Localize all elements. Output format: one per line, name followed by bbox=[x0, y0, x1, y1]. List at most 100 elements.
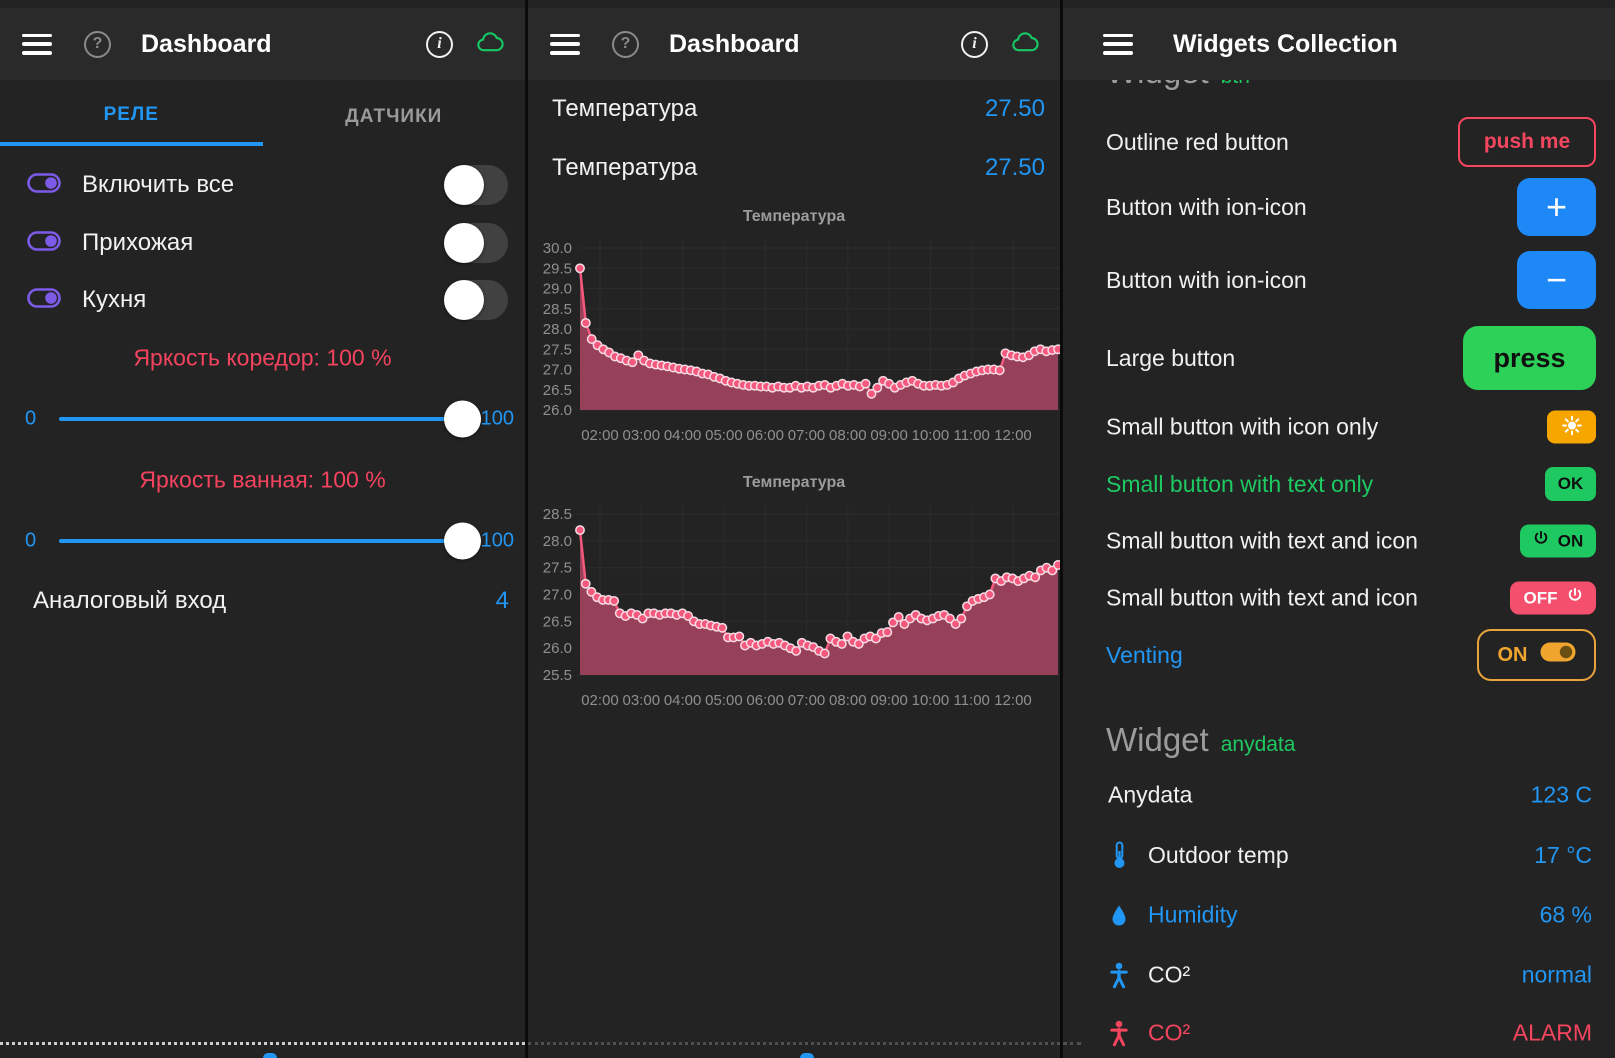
switch-row: Прихожая bbox=[27, 223, 508, 263]
widget-row: Outline red button push me bbox=[1106, 117, 1596, 167]
menu-icon[interactable] bbox=[1103, 34, 1133, 55]
button-label: ON bbox=[1558, 531, 1584, 551]
switch-row: Кухня bbox=[27, 280, 508, 320]
svg-text:09:00: 09:00 bbox=[870, 427, 908, 444]
svg-text:12:00: 12:00 bbox=[994, 427, 1032, 444]
on-button[interactable]: ON bbox=[1520, 525, 1596, 558]
svg-text:12:00: 12:00 bbox=[994, 692, 1032, 709]
data-row: CO² normal bbox=[1108, 962, 1592, 989]
slider-knob[interactable] bbox=[444, 523, 481, 560]
switch-hallway[interactable] bbox=[444, 223, 508, 263]
temperature-row: Температура 27.50 bbox=[552, 154, 1045, 182]
tab-relays[interactable]: РЕЛЕ bbox=[0, 88, 263, 146]
svg-text:05:00: 05:00 bbox=[705, 427, 743, 444]
switch-kitchen[interactable] bbox=[444, 280, 508, 320]
switch-label: Кухня bbox=[82, 286, 146, 314]
press-button[interactable]: press bbox=[1463, 326, 1596, 390]
slider-min-label: 0 bbox=[25, 530, 36, 553]
svg-text:27.5: 27.5 bbox=[543, 560, 572, 577]
ok-button[interactable]: OK bbox=[1545, 467, 1596, 501]
minus-icon: − bbox=[1546, 262, 1567, 298]
brightness-corridor-slider: 0 100 bbox=[0, 399, 525, 439]
slider-title: Яркость ванная: 100 % bbox=[0, 467, 525, 494]
divider-dotted bbox=[528, 1042, 1060, 1045]
svg-text:26.5: 26.5 bbox=[543, 382, 572, 399]
divider-dotted bbox=[1063, 1042, 1081, 1045]
svg-text:27.0: 27.0 bbox=[543, 587, 572, 604]
widget-row: Button with ion-icon − bbox=[1106, 251, 1596, 309]
venting-toggle-button[interactable]: ON bbox=[1477, 629, 1596, 681]
divider-dotted bbox=[0, 1042, 525, 1045]
minus-button[interactable]: − bbox=[1517, 251, 1596, 309]
switch-label: Прихожая bbox=[82, 229, 193, 257]
toggle-on-icon bbox=[1540, 642, 1576, 668]
menu-icon[interactable] bbox=[22, 34, 52, 55]
section-tag: anydata bbox=[1221, 733, 1296, 757]
slider-min-label: 0 bbox=[25, 408, 36, 431]
section-heading-anydata: Widget anydata bbox=[1106, 721, 1295, 759]
temperature-value: 27.50 bbox=[985, 95, 1045, 123]
droplet-icon bbox=[1108, 904, 1130, 926]
svg-text:26.0: 26.0 bbox=[543, 640, 572, 657]
widget-row: Large button press bbox=[1106, 326, 1596, 390]
line-chart: 30.029.529.028.528.027.527.026.526.002:0… bbox=[528, 230, 1060, 457]
widget-row: Small button with icon only bbox=[1106, 411, 1596, 444]
switch-label: Включить все bbox=[82, 171, 234, 199]
brightness-bathroom-slider: 0 100 bbox=[0, 521, 525, 561]
cloud-connected-icon[interactable] bbox=[471, 28, 509, 61]
switch-row: Включить все bbox=[27, 165, 508, 205]
svg-text:06:00: 06:00 bbox=[746, 692, 784, 709]
widget-row: Small button with text and icon OFF bbox=[1106, 582, 1596, 615]
svg-text:09:00: 09:00 bbox=[870, 692, 908, 709]
svg-text:04:00: 04:00 bbox=[664, 692, 702, 709]
slider-knob[interactable] bbox=[444, 401, 481, 438]
switch-all[interactable] bbox=[444, 165, 508, 205]
temperature-value: 27.50 bbox=[985, 154, 1045, 182]
outdoor-temp-value: 17 °C bbox=[1534, 842, 1592, 869]
plus-icon: + bbox=[1546, 189, 1567, 225]
sun-button[interactable] bbox=[1547, 411, 1596, 444]
page-title: Dashboard bbox=[669, 30, 800, 59]
clipped-content-tip bbox=[800, 1053, 814, 1058]
svg-text:02:00: 02:00 bbox=[581, 427, 619, 444]
co2-value: normal bbox=[1522, 962, 1592, 989]
svg-text:28.5: 28.5 bbox=[543, 301, 572, 318]
page-title: Dashboard bbox=[141, 30, 272, 59]
push-me-button[interactable]: push me bbox=[1458, 117, 1596, 167]
plus-button[interactable]: + bbox=[1517, 178, 1596, 236]
toggle-glyph-icon bbox=[27, 231, 61, 256]
slider-track[interactable] bbox=[59, 417, 466, 421]
help-icon[interactable]: ? bbox=[612, 31, 639, 58]
widget-row: Venting ON bbox=[1106, 629, 1596, 681]
analog-input-value: 4 bbox=[496, 587, 509, 615]
toggle-glyph-icon bbox=[27, 173, 61, 198]
app-header: ? Dashboard i bbox=[0, 8, 525, 80]
cloud-connected-icon[interactable] bbox=[1006, 28, 1044, 61]
body-icon bbox=[1108, 962, 1130, 988]
temperature-row: Температура 27.50 bbox=[552, 95, 1045, 123]
thermometer-icon bbox=[1108, 841, 1130, 869]
panel-dashboard-relays: ? Dashboard i РЕЛЕ ДАТЧИКИ Включить все … bbox=[0, 0, 525, 1058]
menu-icon[interactable] bbox=[550, 34, 580, 55]
svg-text:27.0: 27.0 bbox=[543, 362, 572, 379]
svg-text:05:00: 05:00 bbox=[705, 692, 743, 709]
svg-text:03:00: 03:00 bbox=[623, 692, 661, 709]
info-icon[interactable]: i bbox=[961, 31, 988, 58]
svg-text:11:00: 11:00 bbox=[953, 692, 989, 709]
data-row: CO² ALARM bbox=[1108, 1020, 1592, 1047]
sun-icon bbox=[1562, 416, 1582, 439]
widget-row: Small button with text and icon ON bbox=[1106, 525, 1596, 558]
tab-bar: РЕЛЕ ДАТЧИКИ bbox=[0, 88, 525, 146]
info-icon[interactable]: i bbox=[426, 31, 453, 58]
widget-row: Small button with text only OK bbox=[1106, 467, 1596, 501]
svg-text:28.0: 28.0 bbox=[543, 321, 572, 338]
svg-text:30.0: 30.0 bbox=[543, 240, 572, 257]
svg-text:26.5: 26.5 bbox=[543, 613, 572, 630]
data-row: Outdoor temp 17 °C bbox=[1108, 841, 1592, 869]
off-button[interactable]: OFF bbox=[1510, 582, 1596, 615]
slider-track[interactable] bbox=[59, 539, 466, 543]
tab-sensors[interactable]: ДАТЧИКИ bbox=[263, 88, 526, 146]
help-icon[interactable]: ? bbox=[84, 31, 111, 58]
svg-text:06:00: 06:00 bbox=[746, 427, 784, 444]
svg-text:26.0: 26.0 bbox=[543, 402, 572, 419]
